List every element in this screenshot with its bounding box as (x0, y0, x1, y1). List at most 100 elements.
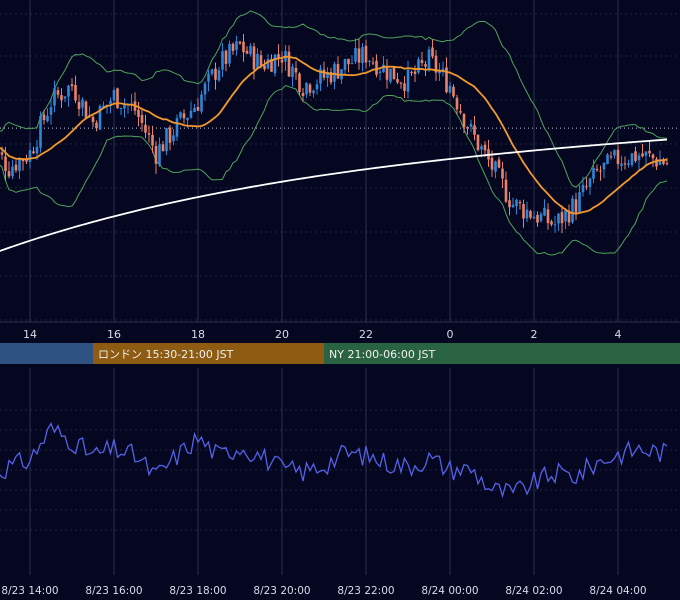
candle-body (623, 163, 627, 165)
time-axis-tick-label: 8/23 18:00 (169, 585, 226, 597)
candle-body (368, 60, 371, 62)
candle-body (49, 107, 53, 115)
candle-body (301, 92, 305, 97)
candle-body (420, 60, 424, 64)
candle-body (280, 59, 284, 63)
candle-body (186, 117, 189, 121)
candle-body (483, 144, 487, 151)
candle-body (7, 171, 11, 177)
candle-body (312, 90, 315, 94)
candle-body (378, 71, 382, 73)
candle-body (343, 59, 347, 70)
candle-body (291, 66, 294, 77)
candle-body (595, 168, 599, 171)
candle-body (616, 149, 620, 165)
candle-body (42, 114, 46, 121)
session-label: ロンドン 15:30-21:00 JST (98, 348, 234, 361)
candle-body (308, 84, 312, 93)
candle-body (550, 221, 553, 225)
candle-body (347, 58, 350, 65)
candle-body (406, 69, 410, 92)
candle-body (399, 82, 403, 84)
candle-body (557, 213, 560, 224)
candle-body (231, 43, 235, 51)
candle-body (525, 209, 529, 219)
price-axis-tick-label: 22 (359, 328, 373, 341)
candle-body (95, 122, 98, 129)
candle-body (354, 48, 357, 62)
candle-body (217, 70, 221, 81)
candle-body (410, 71, 413, 73)
candle-body (4, 156, 7, 171)
candle-body (172, 135, 175, 142)
candle-body (651, 154, 655, 159)
candle-body (389, 68, 392, 82)
candle-body (193, 107, 196, 112)
price-axis-tick-label: 4 (615, 328, 622, 341)
candle-body (564, 209, 567, 222)
candle-body (116, 88, 119, 109)
candle-body (382, 64, 385, 73)
candle-body (305, 83, 308, 95)
price-axis-tick-label: 18 (191, 328, 205, 341)
candle-body (529, 211, 532, 218)
candle-body (452, 86, 455, 97)
candle-body (112, 90, 116, 101)
time-axis-tick-label: 8/23 22:00 (337, 585, 394, 597)
candle-body (147, 133, 151, 135)
candle-body (494, 161, 497, 172)
candle-body (497, 159, 501, 168)
candle-body (221, 51, 224, 70)
candle-body (613, 150, 616, 156)
candle-body (154, 146, 158, 164)
candle-body (364, 45, 368, 63)
time-axis-tick-label: 8/24 00:00 (421, 585, 478, 597)
candle-body (546, 209, 550, 224)
candle-body (504, 179, 508, 202)
session-bar: ロンドン 15:30-21:00 JST NY 21:00-06:00 JST (0, 343, 680, 364)
candle-body (620, 163, 623, 166)
candle-body (634, 151, 637, 162)
candle-body (609, 156, 613, 158)
time-axis-tick-label: 8/24 04:00 (589, 585, 646, 597)
candle-body (74, 84, 77, 101)
candle-body (84, 101, 88, 118)
candle-body (91, 116, 95, 123)
candle-body (630, 153, 634, 165)
candle-body (469, 123, 473, 127)
candle-body (627, 163, 630, 165)
candle-body (273, 54, 277, 74)
candle-body (518, 202, 522, 204)
candle-body (151, 134, 154, 146)
candle-body (490, 157, 494, 170)
candle-body (161, 144, 165, 152)
candle-body (18, 158, 21, 172)
candle-body (298, 73, 301, 92)
candle-body (448, 85, 452, 93)
candle-body (81, 99, 84, 108)
candle-body (277, 54, 280, 58)
candle-body (32, 151, 35, 154)
candle-body (137, 109, 140, 117)
candle-body (214, 68, 217, 80)
candle-body (599, 170, 602, 172)
candle-body (515, 199, 518, 207)
candle-body (53, 88, 56, 106)
candle-body (294, 67, 298, 73)
candle-body (462, 114, 466, 128)
candle-body (431, 47, 434, 57)
price-axis-tick-label: 2 (531, 328, 538, 341)
candle-body (644, 151, 648, 156)
candle-body (200, 94, 203, 112)
candle-body (532, 216, 536, 219)
candle-body (648, 150, 651, 154)
price-axis-tick-label: 14 (23, 328, 37, 341)
candle-body (522, 204, 525, 219)
candle-body (77, 101, 81, 110)
candle-body (175, 117, 179, 137)
candle-body (182, 113, 186, 119)
candle-body (641, 153, 644, 157)
candle-body (11, 166, 14, 177)
candle-body (56, 90, 60, 95)
candle-body (28, 150, 32, 162)
